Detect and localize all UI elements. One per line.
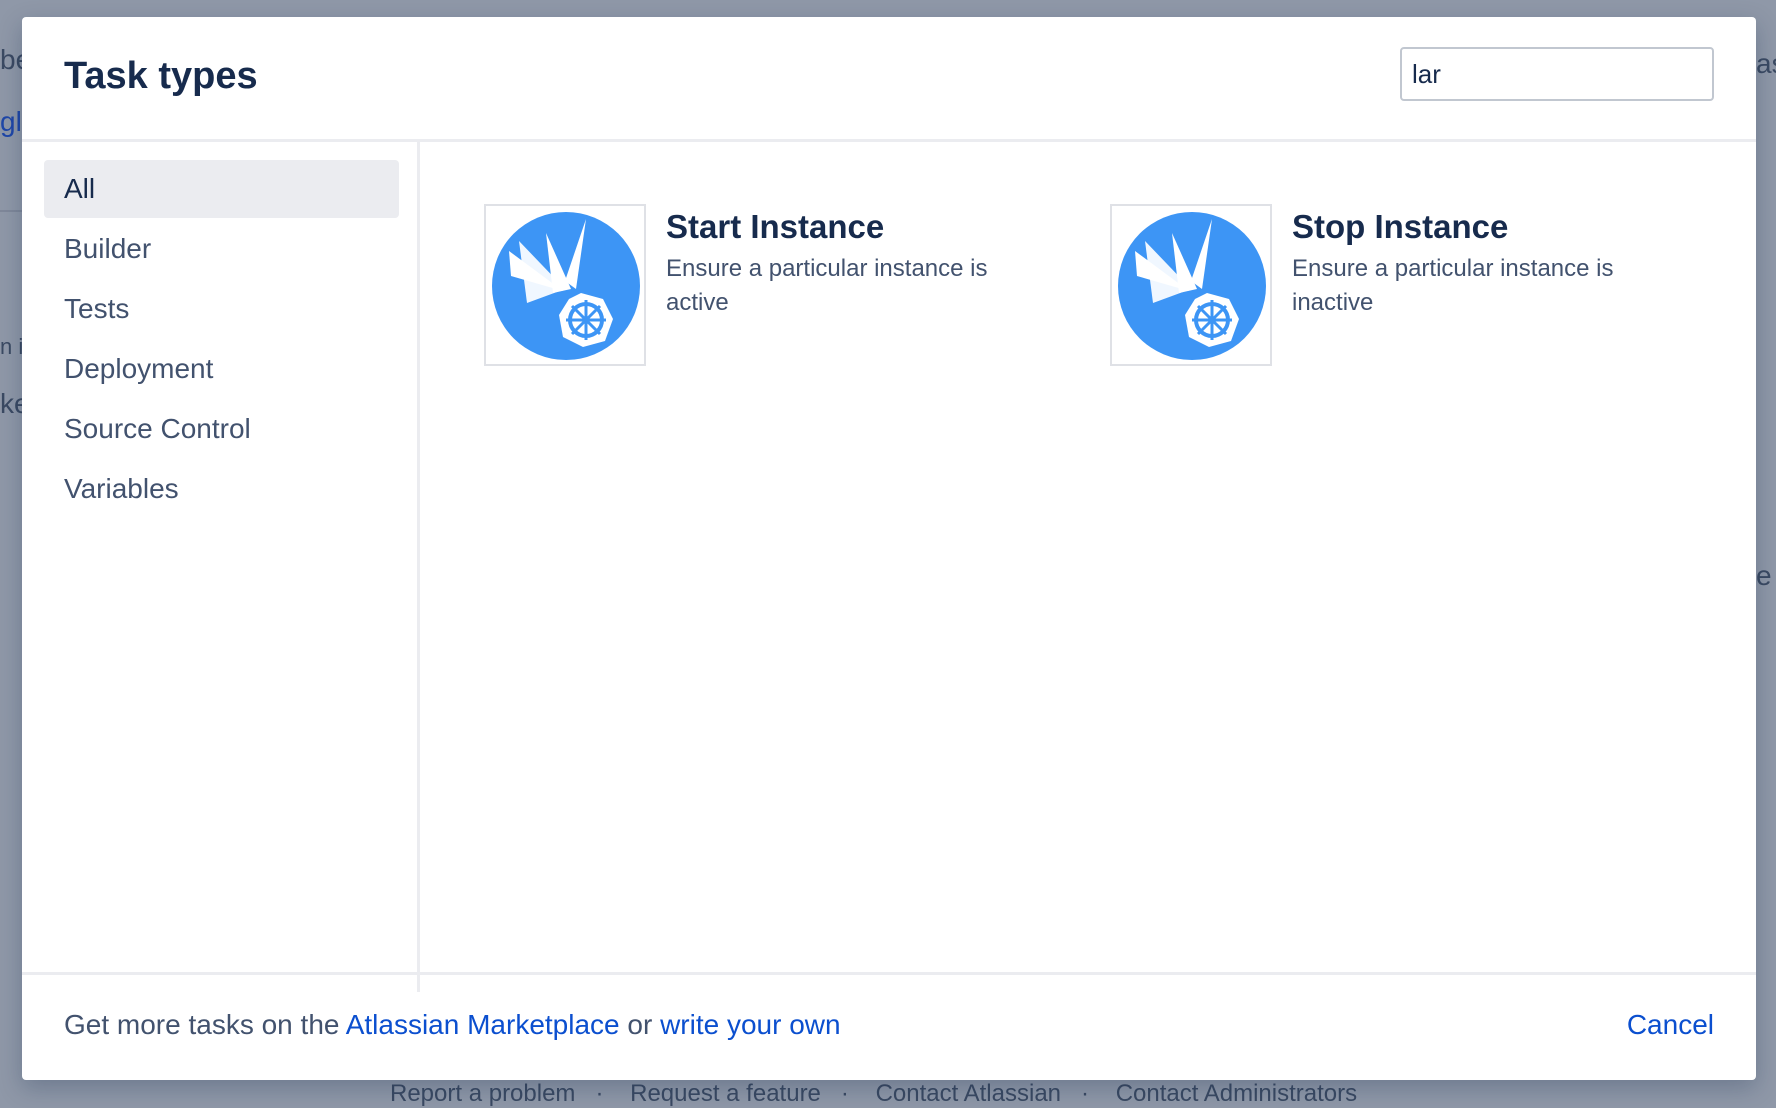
task-search-input[interactable] — [1400, 47, 1714, 101]
task-description: Ensure a particular instance is inactive — [1292, 255, 1614, 316]
category-item-builder[interactable]: Builder — [44, 220, 399, 278]
category-item-variables[interactable]: Variables — [44, 460, 399, 518]
request-feature-link: Request a feature — [630, 1080, 821, 1107]
footer-or: or — [627, 1009, 653, 1040]
footer-prefix: Get more tasks on the — [64, 1009, 340, 1040]
kubernetes-instance-icon — [1118, 212, 1266, 360]
background-text-fragment: as — [1756, 48, 1776, 79]
background-footer-links: Report a problem · Request a feature · Con… — [390, 1080, 1377, 1108]
background-text-fragment: n i — [0, 334, 24, 359]
category-item-all[interactable]: All — [44, 160, 399, 218]
category-sidebar: All Builder Tests Deployment Source Cont… — [22, 142, 420, 992]
task-card-stop-instance[interactable]: Stop Instance Ensure a particular instan… — [1110, 204, 1670, 374]
contact-atlassian-link: Contact Atlassian — [875, 1080, 1062, 1107]
category-item-source-control[interactable]: Source Control — [44, 400, 399, 458]
write-your-own-link[interactable]: write your own — [660, 1009, 841, 1040]
background-divider — [0, 210, 22, 212]
kubernetes-instance-icon — [492, 212, 640, 360]
task-title: Start Instance — [666, 208, 885, 245]
category-item-tests[interactable]: Tests — [44, 280, 399, 338]
task-description: Ensure a particular instance is active — [666, 255, 988, 316]
report-problem-link: Report a problem — [390, 1080, 576, 1107]
task-icon-frame — [484, 204, 646, 366]
dialog-header: Task types — [22, 17, 1756, 142]
separator: · — [840, 1080, 849, 1107]
footer-text: Get more tasks on the Atlassian Marketpl… — [64, 1009, 841, 1041]
dialog-title: Task types — [64, 55, 258, 97]
category-item-deployment[interactable]: Deployment — [44, 340, 399, 398]
separator: · — [595, 1080, 604, 1107]
task-card-start-instance[interactable]: Start Instance Ensure a particular insta… — [484, 204, 1044, 374]
dialog-footer: Get more tasks on the Atlassian Marketpl… — [22, 972, 1756, 1080]
cancel-button[interactable]: Cancel — [1627, 1009, 1714, 1041]
separator: · — [1081, 1080, 1090, 1107]
task-types-dialog: Task types All Builder Tests Deployment … — [22, 17, 1756, 1080]
atlassian-marketplace-link[interactable]: Atlassian Marketplace — [346, 1009, 620, 1040]
task-icon-frame — [1110, 204, 1272, 366]
task-title: Stop Instance — [1292, 208, 1509, 245]
contact-administrators-link: Contact Administrators — [1115, 1080, 1358, 1107]
background-text-fragment: e — [1756, 560, 1772, 591]
